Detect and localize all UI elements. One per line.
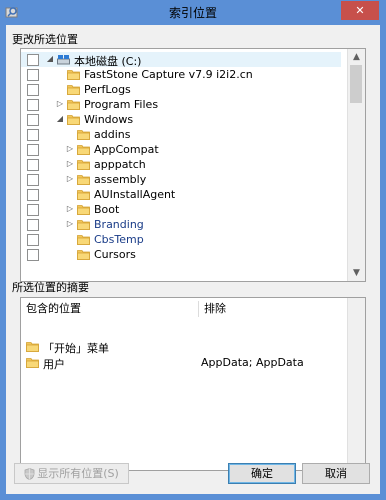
tree-item[interactable]: Cursors — [21, 247, 341, 262]
folder-icon — [77, 235, 90, 245]
tree-item-label: apppatch — [94, 158, 146, 171]
folder-icon — [77, 220, 90, 230]
tree-item-label: AUInstallAgent — [94, 188, 176, 201]
folder-icon — [77, 130, 90, 140]
tree-item-label: assembly — [94, 173, 147, 186]
folder-icon — [67, 85, 80, 95]
include-checkbox[interactable] — [27, 249, 39, 261]
indexed-locations-dialog: 索引位置 ✕ 更改所选位置 ◢ 本地磁盘 (C:) FastStone Captur… — [0, 0, 386, 500]
include-checkbox[interactable] — [27, 219, 39, 231]
tree-item[interactable]: ◢ Windows — [21, 112, 341, 127]
tree-item-label: Branding — [94, 218, 144, 231]
include-checkbox[interactable] — [27, 99, 39, 111]
tree-item[interactable]: ▷ apppatch — [21, 157, 341, 172]
tree-item[interactable]: ◢ 本地磁盘 (C:) — [21, 52, 341, 68]
folder-icon — [77, 175, 90, 185]
folder-icon — [77, 250, 90, 260]
scroll-up-icon[interactable]: ▲ — [348, 49, 365, 65]
column-header-excluded[interactable]: 排除 — [199, 298, 349, 320]
title-bar[interactable]: 索引位置 ✕ — [0, 0, 386, 24]
tree-item[interactable]: ▷ Program Files — [21, 97, 341, 112]
tree-item-label: FastStone Capture v7.9 i2i2.cn — [84, 68, 253, 81]
ok-button[interactable]: 确定 — [228, 463, 296, 484]
collapsed-chevron-icon[interactable]: ▷ — [66, 219, 74, 229]
include-checkbox[interactable] — [27, 234, 39, 246]
column-header-included[interactable]: 包含的位置 — [21, 298, 198, 320]
summary-scrollbar[interactable] — [347, 298, 365, 470]
tree-item-label: addins — [94, 128, 131, 141]
include-checkbox[interactable] — [27, 114, 39, 126]
tree-item[interactable]: PerfLogs — [21, 82, 341, 97]
expanded-chevron-icon[interactable]: ◢ — [56, 114, 64, 124]
tree-item[interactable]: addins — [21, 127, 341, 142]
collapsed-chevron-icon[interactable]: ▷ — [66, 159, 74, 169]
tree-item-label: Windows — [84, 113, 134, 126]
include-checkbox[interactable] — [27, 174, 39, 186]
include-checkbox[interactable] — [27, 189, 39, 201]
tree-item-label: CbsTemp — [94, 233, 144, 246]
show-all-label: 显示所有位置(S) — [37, 467, 119, 480]
tree-item-label: Program Files — [84, 98, 159, 111]
include-checkbox[interactable] — [27, 204, 39, 216]
include-checkbox[interactable] — [27, 159, 39, 171]
summary-list[interactable]: 包含的位置 排除 「开始」菜单 用户 AppData; AppData — [20, 297, 366, 471]
include-checkbox[interactable] — [27, 144, 39, 156]
folder-icon — [26, 358, 39, 368]
included-location: 「开始」菜单 — [43, 342, 109, 355]
summary-label: 所选位置的摘要 — [12, 281, 89, 294]
folder-icon — [67, 70, 80, 80]
include-checkbox[interactable] — [27, 54, 39, 66]
folder-icon — [67, 115, 80, 125]
collapsed-chevron-icon[interactable]: ▷ — [56, 99, 64, 109]
scroll-down-icon[interactable]: ▼ — [348, 265, 365, 281]
close-button[interactable]: ✕ — [341, 1, 379, 20]
tree-item-label: Cursors — [94, 248, 136, 261]
include-checkbox[interactable] — [27, 84, 39, 96]
close-icon: ✕ — [355, 4, 365, 17]
folder-icon — [77, 190, 90, 200]
tree-scrollbar[interactable]: ▲ ▼ — [347, 49, 365, 281]
tree-item[interactable]: CbsTemp — [21, 232, 341, 247]
include-checkbox[interactable] — [27, 129, 39, 141]
collapsed-chevron-icon[interactable]: ▷ — [66, 144, 74, 154]
expanded-chevron-icon[interactable]: ◢ — [46, 54, 54, 64]
tree-item[interactable]: ▷ AppCompat — [21, 142, 341, 157]
tree-item[interactable]: ▷ Boot — [21, 202, 341, 217]
tree-item-label: PerfLogs — [84, 83, 131, 96]
excluded-folders: AppData; AppData — [201, 356, 304, 369]
folder-icon — [26, 342, 39, 352]
tree-item[interactable]: ▷ Branding — [21, 217, 341, 232]
uac-shield-icon — [24, 468, 35, 480]
change-locations-label: 更改所选位置 — [12, 33, 78, 46]
summary-row[interactable]: 用户 AppData; AppData — [21, 355, 346, 371]
scroll-thumb[interactable] — [350, 65, 362, 103]
collapsed-chevron-icon[interactable]: ▷ — [66, 174, 74, 184]
drive-icon — [57, 55, 70, 65]
window-title: 索引位置 — [168, 6, 217, 20]
tree-item-label: AppCompat — [94, 143, 159, 156]
summary-row[interactable]: 「开始」菜单 — [21, 339, 346, 355]
folder-tree[interactable]: ◢ 本地磁盘 (C:) FastStone Capture v7.9 i2i2.cn… — [20, 48, 366, 282]
dialog-body: 更改所选位置 ◢ 本地磁盘 (C:) FastStone Capture v7.9 … — [6, 25, 380, 494]
tree-item[interactable]: ▷ assembly — [21, 172, 341, 187]
cancel-button[interactable]: 取消 — [302, 463, 370, 484]
folder-icon — [67, 100, 80, 110]
include-checkbox[interactable] — [27, 69, 39, 81]
folder-icon — [77, 160, 90, 170]
folder-icon — [77, 205, 90, 215]
tree-item[interactable]: AUInstallAgent — [21, 187, 341, 202]
tree-item-label: Boot — [94, 203, 120, 216]
included-location: 用户 — [43, 358, 65, 371]
collapsed-chevron-icon[interactable]: ▷ — [66, 204, 74, 214]
folder-icon — [77, 145, 90, 155]
show-all-locations-button[interactable]: 显示所有位置(S) — [14, 463, 129, 484]
tree-item[interactable]: FastStone Capture v7.9 i2i2.cn — [21, 67, 341, 82]
